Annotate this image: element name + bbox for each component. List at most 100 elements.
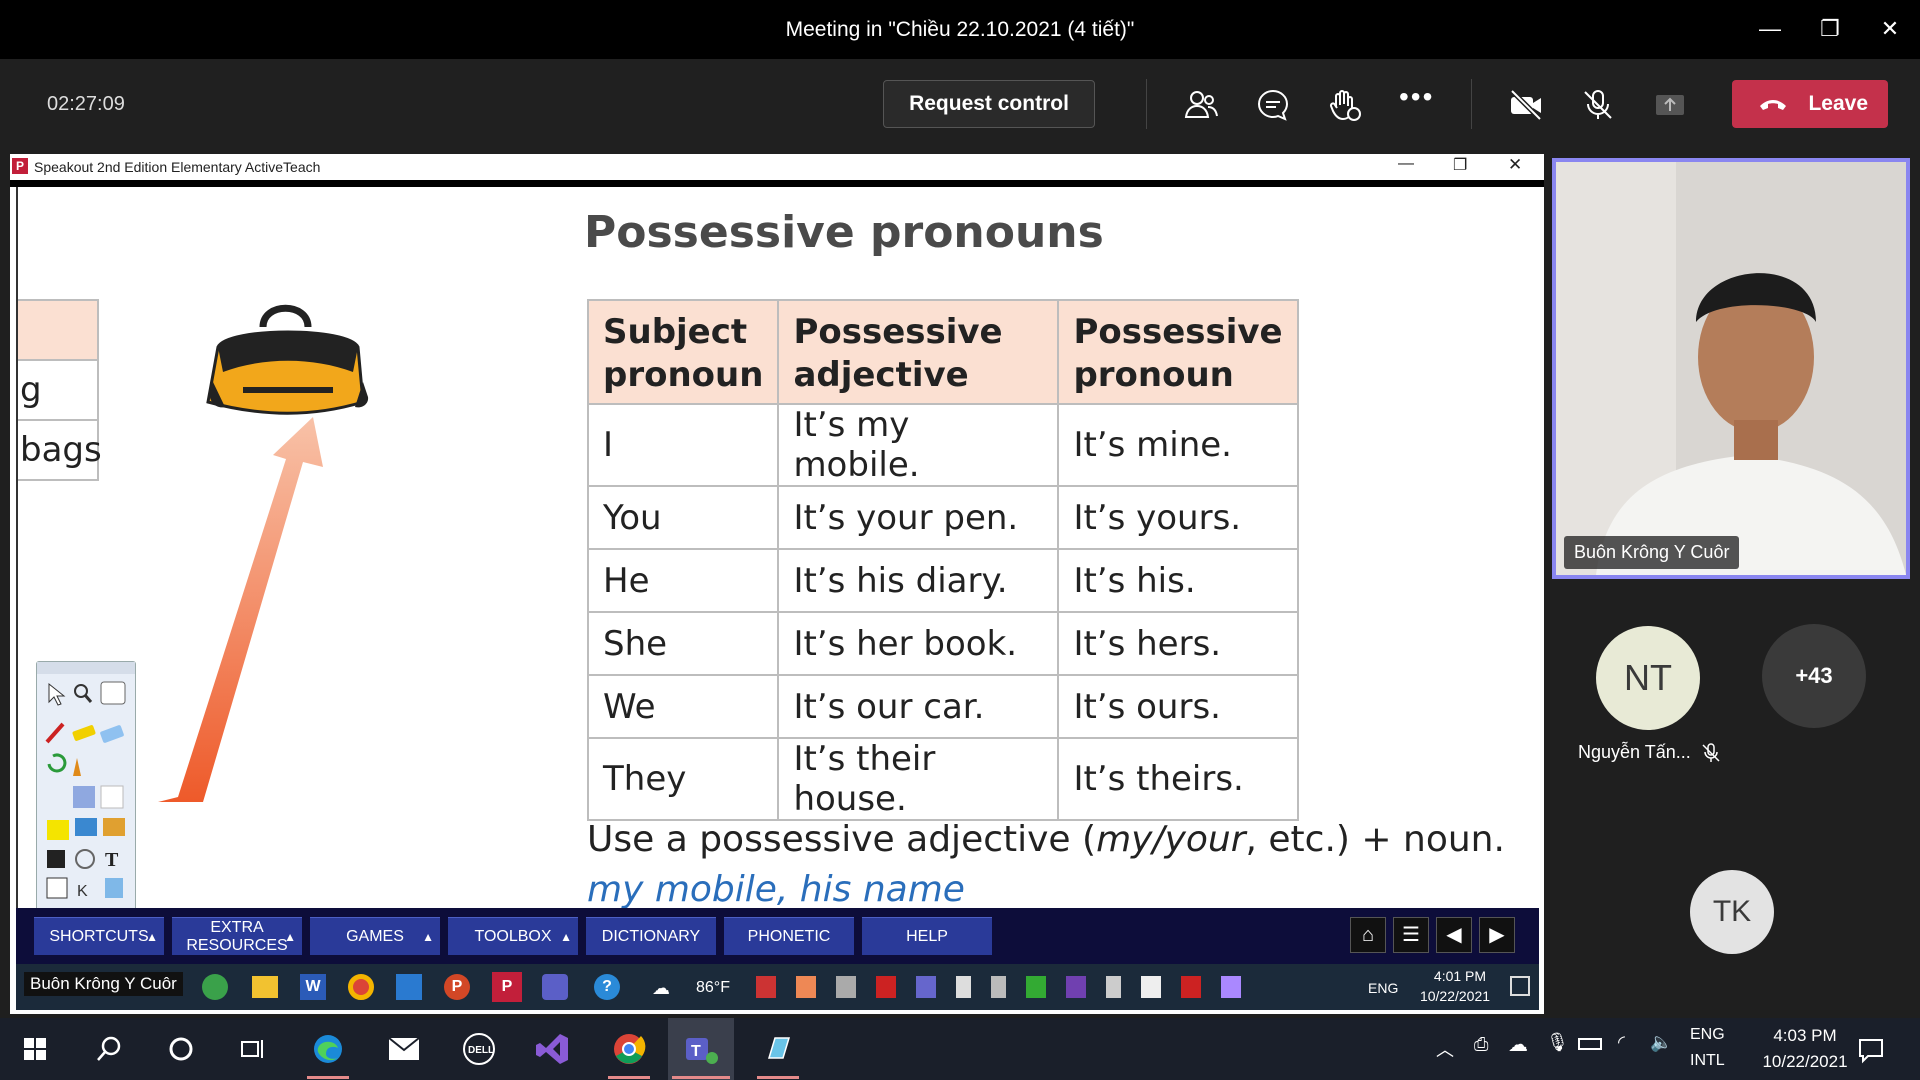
table-row: You It’s your pen. It’s yours. xyxy=(586,485,1299,550)
clock-time[interactable]: 4:03 PM xyxy=(1750,1026,1860,1046)
remote-calendar-icon xyxy=(396,974,422,1000)
restore-icon[interactable]: ❐ xyxy=(1810,12,1850,46)
games-button[interactable]: GAMES ▲ xyxy=(310,917,440,955)
next-page-icon[interactable]: ▶ xyxy=(1479,917,1515,953)
more-participants-button[interactable]: +43 xyxy=(1762,624,1866,728)
battery-icon[interactable] xyxy=(1578,1038,1602,1050)
meeting-toolbar: 02:27:09 Request control ••• Leave xyxy=(0,59,1920,150)
remote-chrome-icon xyxy=(348,974,374,1000)
search-icon[interactable] xyxy=(88,1028,130,1070)
app-logo-icon: P xyxy=(12,158,28,174)
arrow-graphic xyxy=(158,417,323,802)
extra-resources-button[interactable]: EXTRA RESOURCES ▲ xyxy=(172,917,302,955)
teams-title-bar: Meeting in "Chiều 22.10.2021 (4 tiết)" —… xyxy=(0,0,1920,59)
left-table-cell: bags xyxy=(18,419,102,481)
adjective-cell: It’s her book. xyxy=(777,611,1060,676)
adjective-cell: It’s their house. xyxy=(777,737,1060,821)
mail-icon[interactable] xyxy=(383,1028,425,1070)
dictionary-button[interactable]: DICTIONARY xyxy=(586,917,716,955)
app-minimize-icon[interactable]: — xyxy=(1398,155,1414,173)
shortcuts-button[interactable]: SHORTCUTS ▲ xyxy=(34,917,164,955)
more-actions-icon[interactable]: ••• xyxy=(1399,81,1434,113)
app-close-icon[interactable]: ✕ xyxy=(1508,155,1522,175)
reactions-icon[interactable] xyxy=(1327,87,1363,123)
onedrive-icon[interactable]: ☁ xyxy=(1508,1032,1528,1057)
table-header-adjective: Possessive adjective xyxy=(777,299,1060,405)
teams-active-indicator xyxy=(672,1076,730,1079)
participant-avatar-nt[interactable]: NT xyxy=(1596,626,1700,730)
toolbox-label: TOOLBOX xyxy=(474,928,552,945)
subject-cell: I xyxy=(586,403,780,487)
remote-help-icon: ? xyxy=(594,974,620,1000)
request-control-button[interactable]: Request control xyxy=(883,80,1095,128)
pronoun-table: Subject pronoun Possessive adjective Pos… xyxy=(586,299,1299,821)
subject-cell: You xyxy=(586,485,780,550)
input-layout[interactable]: INTL xyxy=(1690,1052,1725,1070)
palette-tools-icons[interactable]: T K xyxy=(43,680,133,908)
participants-icon[interactable] xyxy=(1183,87,1219,123)
leave-label: Leave xyxy=(1808,92,1868,115)
app-header-divider xyxy=(10,180,1544,187)
edge-active-indicator xyxy=(307,1076,349,1079)
volume-icon[interactable]: 🔈 xyxy=(1650,1032,1672,1053)
visual-studio-icon[interactable] xyxy=(532,1028,574,1070)
pronoun-cell: It’s mine. xyxy=(1057,403,1299,487)
screen-sketch-icon[interactable] xyxy=(757,1028,799,1070)
participant-name-nt: Nguyễn Tấn... xyxy=(1578,742,1691,762)
table-header-pronoun: Possessive pronoun xyxy=(1057,299,1299,405)
chat-icon[interactable] xyxy=(1255,87,1291,123)
microphone-tray-icon[interactable]: 🎙 xyxy=(1546,1032,1569,1053)
tool-palette[interactable]: T K xyxy=(36,661,136,908)
phone-hangup-icon xyxy=(1760,100,1786,110)
camera-off-icon[interactable] xyxy=(1508,87,1544,123)
pronoun-cell: It’s ours. xyxy=(1057,674,1299,739)
share-content-icon[interactable] xyxy=(1652,87,1688,123)
toolbox-button[interactable]: TOOLBOX ▲ xyxy=(448,917,578,955)
presenter-video-image xyxy=(1556,162,1906,575)
mic-off-icon[interactable] xyxy=(1580,87,1616,123)
svg-text:T: T xyxy=(691,1043,701,1060)
dell-icon[interactable]: DELL xyxy=(458,1028,500,1070)
presenter-video-tile[interactable]: Buôn Krông Y Cuôr xyxy=(1552,158,1910,579)
table-row: I It’s my mobile. It’s mine. xyxy=(586,403,1299,487)
app-title-bar: P Speakout 2nd Edition Elementary Active… xyxy=(10,154,1544,180)
pronoun-cell: It’s hers. xyxy=(1057,611,1299,676)
menu-list-icon[interactable]: ☰ xyxy=(1393,917,1429,953)
minimize-icon[interactable]: — xyxy=(1750,12,1790,46)
adjective-cell: It’s his diary. xyxy=(777,548,1060,613)
shortcuts-label: SHORTCUTS xyxy=(49,928,149,945)
app-restore-icon[interactable]: ❐ xyxy=(1453,155,1467,175)
svg-text:K: K xyxy=(77,883,88,900)
teams-icon[interactable]: T xyxy=(680,1028,722,1070)
close-icon[interactable]: ✕ xyxy=(1870,12,1910,46)
remote-notification-icon xyxy=(1510,976,1530,996)
remote-activeteach-icon: P xyxy=(492,972,522,1002)
palette-drag-handle[interactable] xyxy=(37,662,135,674)
chrome-icon[interactable] xyxy=(608,1028,650,1070)
help-button[interactable]: HELP xyxy=(862,917,992,955)
leave-button[interactable]: Leave xyxy=(1732,80,1888,128)
remote-user-label: Buôn Krông Y Cuôr xyxy=(24,972,183,996)
svg-text:T: T xyxy=(105,849,119,871)
task-view-icon[interactable] xyxy=(232,1028,274,1070)
show-hidden-icons[interactable]: ︿ xyxy=(1436,1036,1454,1062)
windows-start-icon[interactable] xyxy=(14,1028,56,1070)
notification-center-icon[interactable] xyxy=(1850,1028,1892,1070)
meet-now-icon[interactable]: ⎙ xyxy=(1474,1034,1488,1055)
extra-arrow-icon: ▲ xyxy=(284,930,296,944)
rule-text-start: Use a possessive adjective ( xyxy=(587,819,1097,860)
cortana-icon[interactable] xyxy=(160,1028,202,1070)
remote-taskbar: Buôn Krông Y Cuôr W P P ? ☁ 86°F ENG 4:0… xyxy=(16,964,1539,1010)
home-icon[interactable]: ⌂ xyxy=(1350,917,1386,953)
adjective-cell: It’s our car. xyxy=(777,674,1060,739)
pronoun-cell: It’s theirs. xyxy=(1057,737,1299,821)
wifi-icon[interactable]: ◜ xyxy=(1618,1032,1625,1053)
remote-folder-icon xyxy=(252,976,278,998)
edge-icon[interactable] xyxy=(307,1028,349,1070)
remote-lang: ENG xyxy=(1368,980,1399,996)
phonetic-chart-button[interactable]: PHONETIC CHART xyxy=(724,917,854,983)
meeting-title: Meeting in "Chiều 22.10.2021 (4 tiết)" xyxy=(785,18,1135,41)
participant-avatar-tk[interactable]: TK xyxy=(1690,870,1774,954)
previous-page-icon[interactable]: ◀ xyxy=(1436,917,1472,953)
input-language[interactable]: ENG xyxy=(1690,1026,1725,1044)
